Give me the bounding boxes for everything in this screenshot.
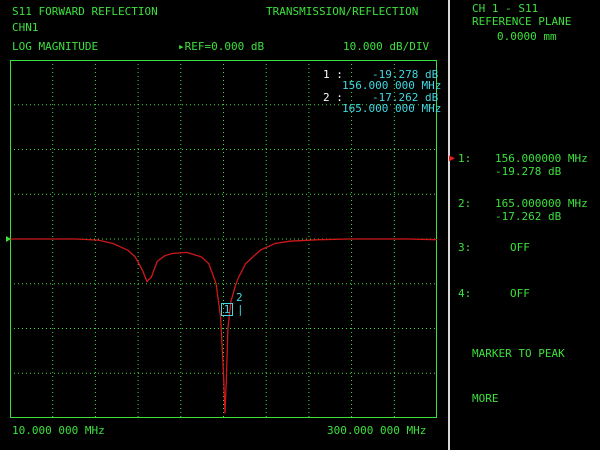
panel-subtitle: REFERENCE PLANE bbox=[472, 15, 572, 28]
softkey-marker-4-state: OFF bbox=[510, 287, 530, 300]
marker-1-id: 1 : bbox=[323, 68, 343, 81]
softkey-marker-1-value: -19.278 dB bbox=[495, 165, 562, 178]
trace-line bbox=[10, 238, 438, 414]
softkey-marker-2-key: 2: bbox=[458, 197, 472, 210]
active-marker-box[interactable]: 1 bbox=[221, 303, 233, 316]
reference-level-marker bbox=[6, 236, 11, 242]
stop-frequency: 300.000 000 MHz bbox=[327, 424, 427, 437]
marker-2-id: 2 : bbox=[323, 91, 343, 104]
start-frequency: 10.000 000 MHz bbox=[12, 424, 105, 437]
marker-2-stem: | bbox=[237, 303, 244, 316]
softkey-marker-2-value: -17.262 dB bbox=[495, 210, 562, 223]
active-softkey-arrow-icon: ▶ bbox=[449, 153, 456, 164]
softkey-marker-4-key: 4: bbox=[458, 287, 472, 300]
softkey-marker-3-key: 3: bbox=[458, 241, 472, 254]
softkey-marker-2-freq: 165.000000 MHz bbox=[495, 197, 588, 210]
marker-2-freq: 165.000 000 MHz bbox=[342, 102, 442, 115]
softkey-marker-3-state: OFF bbox=[510, 241, 530, 254]
more-button[interactable]: MORE bbox=[472, 393, 499, 405]
softkey-marker-1-key: 1: bbox=[458, 152, 472, 165]
softkey-marker-1-freq: 156.000000 MHz bbox=[495, 152, 588, 165]
panel-divider bbox=[448, 0, 450, 450]
marker-to-peak-button[interactable]: MARKER TO PEAK bbox=[472, 348, 565, 360]
panel-title: CH 1 - S11 bbox=[472, 2, 539, 15]
reference-plane-value: 0.0000 mm bbox=[497, 30, 557, 43]
trace-plot bbox=[6, 60, 438, 418]
